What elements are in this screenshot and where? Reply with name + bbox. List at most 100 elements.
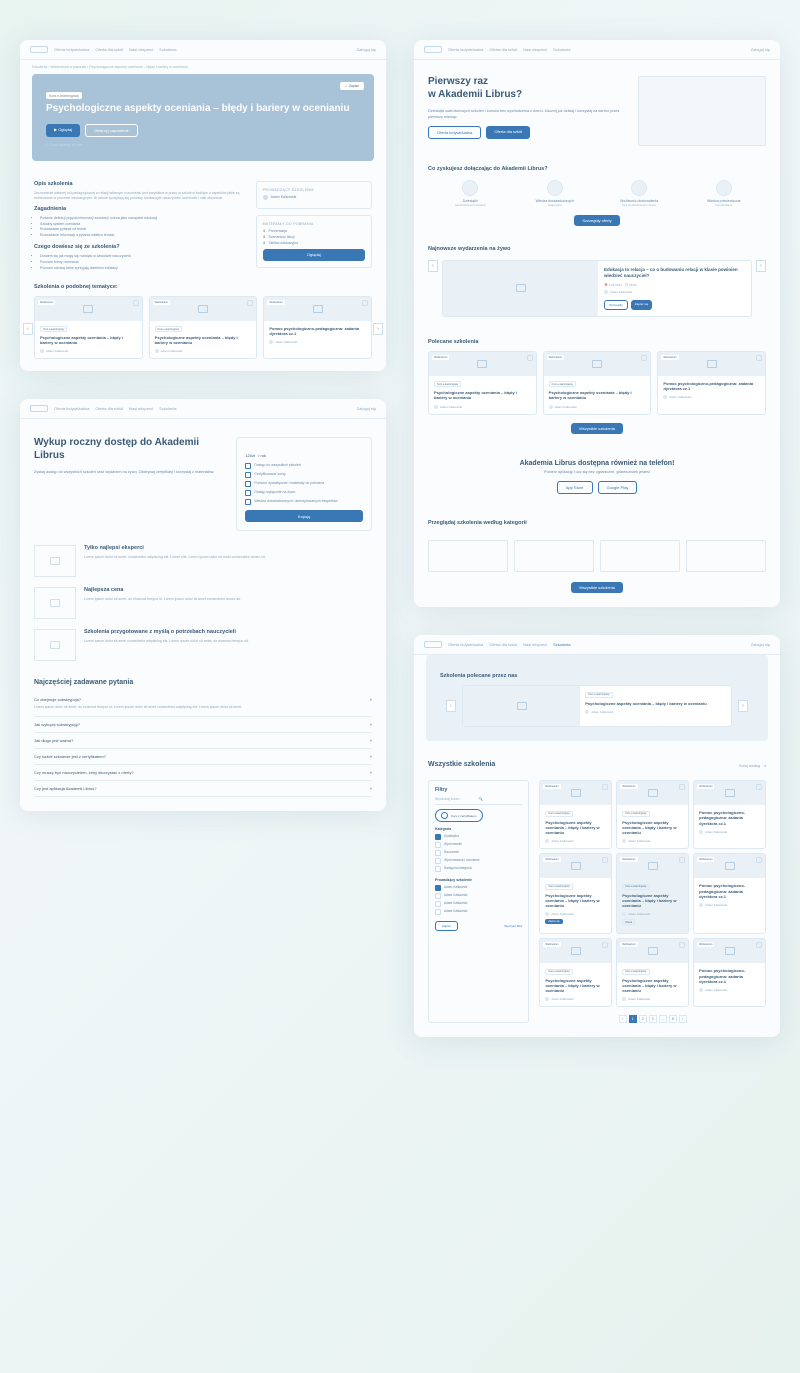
filter-checkbox[interactable]: Adam Kalkowski (435, 901, 522, 907)
like-icon[interactable] (527, 355, 533, 361)
logo[interactable] (424, 46, 442, 53)
page-button[interactable]: › (679, 1015, 687, 1023)
like-icon[interactable] (756, 942, 762, 948)
course-card[interactable]: Kurs e-learningowy Psychologiczne aspekt… (462, 685, 732, 727)
logo[interactable] (424, 641, 442, 648)
category-tile[interactable] (600, 540, 680, 572)
page-button[interactable]: 2 (639, 1015, 647, 1023)
course-card[interactable]: Webinarium Pomoc psychologiczno-pedagogi… (657, 351, 766, 415)
logo[interactable] (30, 405, 48, 412)
course-card[interactable]: Webinarium Kurs e-learningowy Psychologi… (149, 296, 258, 360)
faq-item[interactable]: Jak długo jest ważna?˅ (34, 733, 372, 749)
event-signup-button[interactable]: Zapisz się (631, 300, 653, 310)
faq-item[interactable]: Czy muszę być nauczycielem, żeby skorzys… (34, 765, 372, 781)
carousel-prev[interactable]: ‹ (446, 700, 456, 712)
like-icon[interactable] (756, 857, 762, 863)
like-icon[interactable] (133, 300, 139, 306)
filter-checkbox[interactable]: Wychowanie (435, 842, 522, 848)
page-button[interactable]: 8 (669, 1015, 677, 1023)
event-details-button[interactable]: Szczegóły (604, 300, 628, 310)
nav-item[interactable]: Oferta dla szkół (489, 642, 517, 647)
nav-item[interactable]: Szkolenia (553, 642, 570, 647)
course-card[interactable]: Webinarium Kurs e-learningowy Psychologi… (539, 938, 612, 1007)
filter-pill[interactable]: Kurs z certyfikatem (435, 809, 483, 822)
like-icon[interactable] (362, 300, 368, 306)
filter-checkbox[interactable]: Adam Kalkowski (435, 909, 522, 915)
faq-item[interactable]: Czy jest aplikacja Akademii Librus?˅ (34, 781, 372, 797)
course-card[interactable]: Webinarium Kurs e-learningowy Psychologi… (616, 780, 689, 849)
clear-filters-link[interactable]: Wyczyść filtry (504, 924, 522, 928)
save-button[interactable]: ☆ Zapisz (340, 82, 364, 90)
filter-checkbox[interactable]: Adam Kalkowski (435, 893, 522, 899)
watch-cta[interactable]: Oglądaj (263, 249, 365, 261)
like-icon[interactable] (756, 784, 762, 790)
like-icon[interactable] (679, 857, 685, 863)
nav-item[interactable]: Szkolenia (553, 47, 570, 52)
carousel-next[interactable]: › (373, 323, 383, 335)
course-card[interactable]: Webinarium Kurs e-learningowy Psychologi… (543, 351, 652, 415)
page-button[interactable]: 1 (629, 1015, 637, 1023)
nav-item[interactable]: Oferta dla szkół (489, 47, 517, 52)
carousel-prev[interactable]: ‹ (23, 323, 33, 335)
sort-dropdown[interactable]: Sortuj według▾ (739, 764, 766, 768)
nav-item[interactable]: Nasi eksperci (523, 642, 547, 647)
nav-item[interactable]: Szkolenia (159, 47, 176, 52)
page-button[interactable]: ... (659, 1015, 667, 1023)
nav-item[interactable]: Oferta dla szkół (95, 47, 123, 52)
signup-badge[interactable]: Zapisz się (545, 919, 562, 924)
apply-filters-button[interactable]: Zapisz (435, 921, 458, 931)
login-link[interactable]: Zaloguj się (751, 47, 770, 52)
all-trainings-button[interactable]: Wszystkie szkolenia (571, 423, 623, 434)
watch-button[interactable]: ▶ Oglądaj (46, 124, 80, 137)
breadcrumb[interactable]: Szkolenia › Webinarium w pakiecie › Psyc… (20, 60, 386, 74)
course-card[interactable]: Webinarium Pomoc psychologiczno-pedagogi… (263, 296, 372, 360)
category-tile[interactable] (514, 540, 594, 572)
like-icon[interactable] (602, 784, 608, 790)
course-card[interactable]: Webinarium Pomoc psychologiczno-pedagogi… (693, 780, 766, 849)
carousel-prev[interactable]: ‹ (428, 260, 438, 272)
preview-button[interactable]: Obejrzyj zapowiedź (85, 124, 138, 137)
like-icon[interactable] (602, 857, 608, 863)
offer-individual-button[interactable]: Oferta indywidualna (428, 126, 481, 139)
filter-checkbox[interactable]: Adam Kalkowski (435, 885, 522, 891)
nav-item[interactable]: Nasi eksperci (523, 47, 547, 52)
course-card[interactable]: Webinarium Pomoc psychologiczno-pedagogi… (693, 938, 766, 1007)
like-icon[interactable] (641, 355, 647, 361)
category-tile[interactable] (428, 540, 508, 572)
like-icon[interactable] (602, 942, 608, 948)
course-card[interactable]: Webinarium Kurs e-learningowy Psychologi… (428, 351, 537, 415)
offer-school-button[interactable]: Oferta dla szkół (486, 126, 530, 139)
faq-item[interactable]: Czy każde szkolenie jest z certyfikatem?… (34, 749, 372, 765)
buy-button[interactable]: Kupuję (245, 510, 363, 522)
page-button[interactable]: ‹ (619, 1015, 627, 1023)
nav-item[interactable]: Oferta indywidualna (54, 47, 89, 52)
filter-checkbox[interactable]: Wychowawca i ocenianie (435, 858, 522, 864)
like-icon[interactable] (679, 942, 685, 948)
like-icon[interactable] (679, 784, 685, 790)
carousel-next[interactable]: › (756, 260, 766, 272)
course-card[interactable]: Webinarium Kurs e-learningowy Psychologi… (34, 296, 143, 360)
nav-item[interactable]: Szkolenia (159, 406, 176, 411)
nav-item[interactable]: Oferta indywidualna (54, 406, 89, 411)
faq-item[interactable]: Co obejmuje subskrypcja?˄Lorem ipsum dol… (34, 692, 372, 716)
logo[interactable] (30, 46, 48, 53)
nav-item[interactable]: Oferta dla szkół (95, 406, 123, 411)
event-card[interactable]: Edukacja to relacja – co o budowaniu rel… (442, 260, 752, 317)
course-card[interactable]: Webinarium Kurs e-learningowy Psychologi… (539, 853, 612, 934)
nav-item[interactable]: Oferta indywidualna (448, 642, 483, 647)
appstore-button[interactable]: App Store (557, 481, 593, 494)
category-tile[interactable] (686, 540, 766, 572)
nav-item[interactable]: Nasi eksperci (129, 47, 153, 52)
like-icon[interactable] (247, 300, 253, 306)
like-icon[interactable] (756, 355, 762, 361)
carousel-next[interactable]: › (738, 700, 748, 712)
faq-item[interactable]: Jak wykupić subskrypcję?˅ (34, 717, 372, 733)
nav-item[interactable]: Nasi eksperci (129, 406, 153, 411)
course-card[interactable]: Webinarium Kurs e-learningowy Psychologi… (539, 780, 612, 849)
page-button[interactable]: 3 (649, 1015, 657, 1023)
nav-item[interactable]: Oferta indywidualna (448, 47, 483, 52)
course-card[interactable]: Webinarium Pomoc psychologiczno-pedagogi… (693, 853, 766, 934)
login-link[interactable]: Zaloguj się (751, 642, 770, 647)
details-button[interactable]: Szczegóły oferty (574, 215, 619, 226)
filter-checkbox[interactable]: Nauczanie (435, 850, 522, 856)
